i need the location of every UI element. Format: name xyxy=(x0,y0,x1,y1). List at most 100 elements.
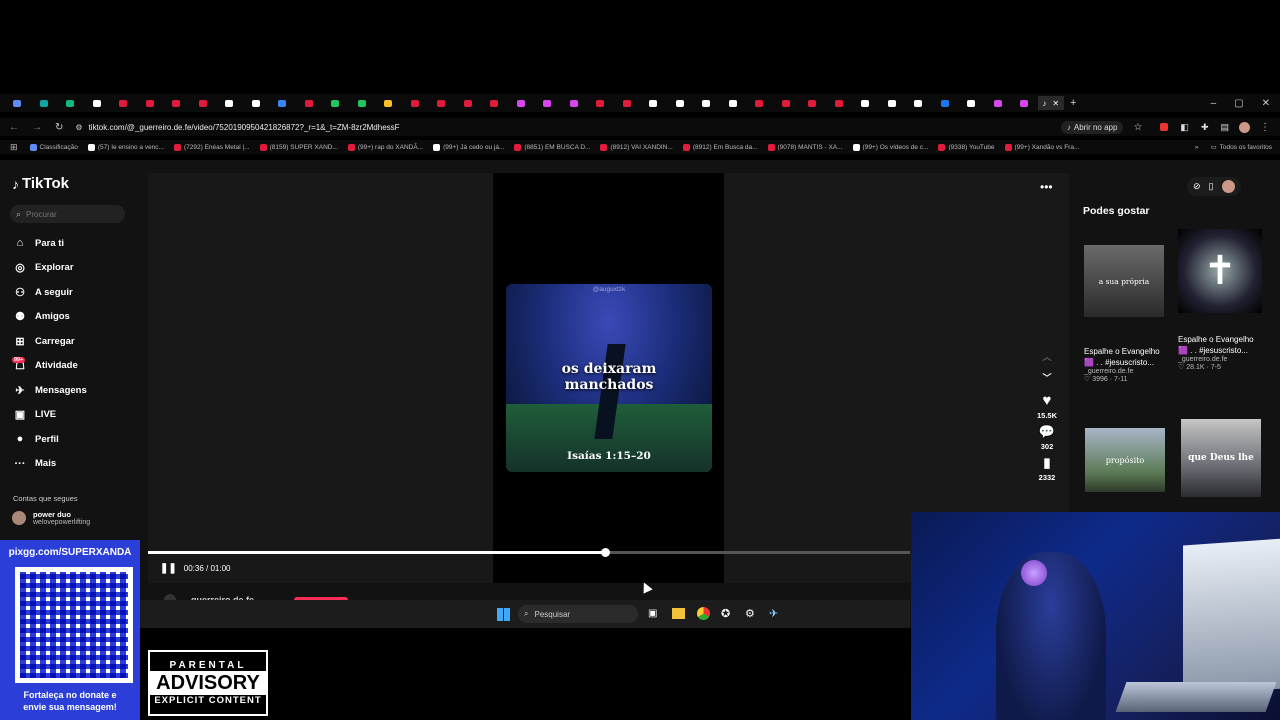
browser-tab[interactable] xyxy=(137,96,164,110)
open-in-app-button[interactable]: ♪ Abrir no app xyxy=(1060,120,1124,134)
phone-icon[interactable]: ▯ xyxy=(1209,181,1214,192)
browser-tab[interactable] xyxy=(508,96,535,110)
chevron-down-icon[interactable]: ﹀ xyxy=(1042,371,1051,384)
browser-tab[interactable] xyxy=(296,96,323,110)
site-info-icon[interactable]: ⚙ xyxy=(75,123,82,132)
taskbar-search[interactable]: ⌕ Pesquisar xyxy=(518,605,638,623)
recommend-card[interactable]: propósito xyxy=(1085,428,1165,492)
browser-tab[interactable] xyxy=(932,96,959,110)
search-input[interactable] xyxy=(26,209,107,219)
bookmark-item[interactable]: (9078) MANTIS - XA... xyxy=(767,143,843,151)
settings-icon[interactable]: ⚙ xyxy=(745,607,755,620)
extension-red-icon[interactable] xyxy=(1160,123,1169,131)
browser-tab[interactable] xyxy=(587,96,614,110)
browser-tab[interactable] xyxy=(163,96,190,110)
browser-tab[interactable] xyxy=(773,96,800,110)
browser-tab[interactable] xyxy=(269,96,296,110)
active-browser-tab[interactable]: ♪ ✕ xyxy=(1037,96,1064,110)
star-icon[interactable]: ☆ xyxy=(1133,122,1142,133)
recommend-card[interactable]: ✝ Espalhe o Evangelho 🟪 . . #jesuscristo… xyxy=(1178,229,1270,371)
browser-tab[interactable] xyxy=(1011,96,1038,110)
browser-tab[interactable] xyxy=(110,96,137,110)
browser-tab[interactable] xyxy=(667,96,694,110)
bookmark-item[interactable]: (99+) Xandão vs Fra... xyxy=(1004,143,1079,151)
all-bookmarks-link[interactable]: Todos os favoritos xyxy=(1220,144,1272,151)
browser-tab[interactable] xyxy=(322,96,349,110)
bookmarks-overflow-icon[interactable]: » xyxy=(1195,144,1199,151)
chrome-icon[interactable] xyxy=(697,607,710,620)
browser-tab[interactable] xyxy=(985,96,1012,110)
back-icon[interactable]: ← xyxy=(9,122,19,133)
bookmark-item[interactable]: (8912) VAI XANDIN... xyxy=(600,143,673,151)
sidebar-icon[interactable]: ▤ xyxy=(1220,122,1229,133)
browser-tab[interactable] xyxy=(428,96,455,110)
browser-tab[interactable] xyxy=(826,96,853,110)
bookmark-item[interactable]: (8912) Em Busca da... xyxy=(682,143,758,151)
bookmark-item[interactable]: (99+) rap do XANDÃ... xyxy=(347,143,423,151)
browser-tab[interactable] xyxy=(799,96,826,110)
recommend-card[interactable]: a sua própria Espalhe o Evangelho 🟪 . . … xyxy=(1084,245,1166,383)
compass-icon[interactable]: ⊘ xyxy=(1193,181,1201,192)
browser-tab[interactable] xyxy=(481,96,508,110)
file-explorer-icon[interactable] xyxy=(672,608,685,619)
browser-tab[interactable] xyxy=(84,96,111,110)
browser-tab[interactable] xyxy=(852,96,879,110)
sidebar-item-a-seguir[interactable]: ⚇ A seguir xyxy=(0,280,140,305)
heart-icon[interactable]: ♥ xyxy=(1043,392,1052,409)
bookmark-item[interactable]: (8851) EM BUSCA D... xyxy=(514,143,590,151)
sidebar-item-mensagens[interactable]: ✈ Mensagens xyxy=(0,378,140,403)
browser-tab[interactable] xyxy=(534,96,561,110)
bookmark-item[interactable]: (99+) Já cedo ou já... xyxy=(433,143,504,151)
sidebar-item-live[interactable]: ▣ LIVE xyxy=(0,403,140,428)
tiktok-logo[interactable]: ♪ TikTok xyxy=(12,175,69,192)
puzzle-icon[interactable]: ✚ xyxy=(1201,122,1209,133)
forward-icon[interactable]: → xyxy=(32,122,42,133)
browser-tab[interactable] xyxy=(216,96,243,110)
bookmark-item[interactable]: (8159) SUPER XAND... xyxy=(259,143,338,151)
apps-grid-icon[interactable]: ⊞ xyxy=(10,142,18,153)
chevron-up-icon[interactable]: ︿ xyxy=(1042,350,1051,363)
browser-tab[interactable] xyxy=(4,96,31,110)
browser-tab[interactable] xyxy=(190,96,217,110)
browser-tab[interactable] xyxy=(375,96,402,110)
menu-dots-icon[interactable]: ⋮ xyxy=(1260,122,1270,133)
reload-icon[interactable]: ↻ xyxy=(55,122,63,133)
extension-icon[interactable]: ◧ xyxy=(1180,122,1189,133)
close-tab-icon[interactable]: ✕ xyxy=(1052,99,1059,108)
sidebar-item-amigos[interactable]: ⚉ Amigos xyxy=(0,305,140,330)
search-box[interactable]: ⌕ xyxy=(10,205,125,223)
sidebar-item-carregar[interactable]: ⊞ Carregar xyxy=(0,329,140,354)
browser-tab[interactable] xyxy=(349,96,376,110)
browser-tab[interactable] xyxy=(31,96,58,110)
browser-tab[interactable] xyxy=(879,96,906,110)
pause-icon[interactable]: ❚❚ xyxy=(160,563,177,574)
new-tab-icon[interactable]: + xyxy=(1070,97,1076,109)
steam-icon[interactable]: ✈ xyxy=(769,607,778,620)
browser-tab[interactable] xyxy=(640,96,667,110)
browser-tab[interactable] xyxy=(905,96,932,110)
maximize-icon[interactable]: ▢ xyxy=(1234,98,1243,109)
sidebar-item-perfil[interactable]: ● Perfil xyxy=(0,427,140,452)
browser-tab[interactable] xyxy=(614,96,641,110)
sidebar-item-para-ti[interactable]: ⌂ Para ti xyxy=(0,231,140,256)
bookmark-item[interactable]: Classificação xyxy=(29,143,78,151)
windows-start-icon[interactable] xyxy=(497,608,510,621)
more-options-icon[interactable]: ••• xyxy=(1040,180,1053,194)
close-window-icon[interactable]: ✕ xyxy=(1262,98,1270,109)
browser-tab[interactable] xyxy=(746,96,773,110)
bookmark-item[interactable]: (9338) YouTube xyxy=(938,143,995,151)
comment-icon[interactable]: 💬 xyxy=(1039,424,1055,440)
browser-tab[interactable] xyxy=(455,96,482,110)
browser-tab[interactable] xyxy=(693,96,720,110)
progress-track[interactable] xyxy=(148,548,910,557)
bookmark-icon[interactable]: ▮ xyxy=(1043,455,1050,471)
browser-tab[interactable] xyxy=(57,96,84,110)
minimize-icon[interactable]: – xyxy=(1211,98,1217,109)
browser-tab[interactable] xyxy=(958,96,985,110)
bookmark-item[interactable]: (57) Ie ensino a venc... xyxy=(87,143,164,151)
app-icon[interactable]: ✪ xyxy=(721,607,730,620)
browser-tab[interactable] xyxy=(402,96,429,110)
browser-tab[interactable] xyxy=(561,96,588,110)
url-field[interactable]: tiktok.com/@_guerreiro.de.fe/video/75201… xyxy=(89,123,400,132)
following-account[interactable]: power duo welovepowerlifting xyxy=(12,510,90,526)
